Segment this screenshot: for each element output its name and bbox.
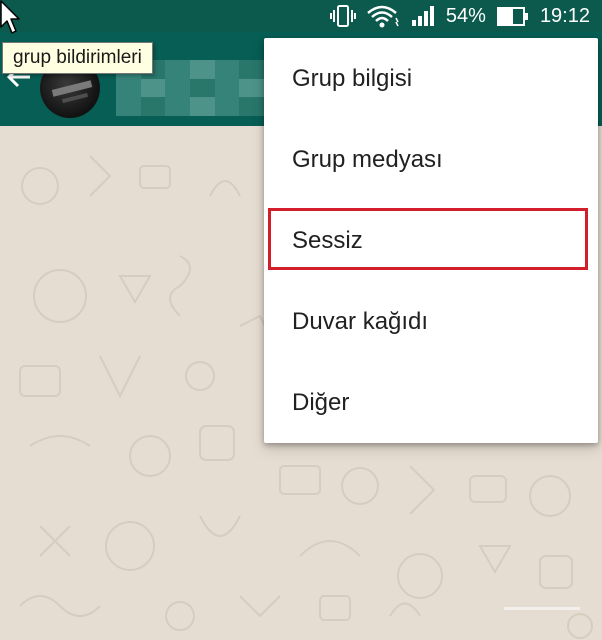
overflow-menu: Grup bilgisi Grup medyası Sessiz Duvar k…	[264, 38, 598, 443]
mouse-pointer-icon	[0, 0, 20, 34]
wifi-icon	[367, 5, 399, 28]
menu-item-group-media[interactable]: Grup medyası	[264, 119, 598, 200]
status-icons: 54% 19:12	[329, 0, 590, 32]
menu-item-more[interactable]: Diğer	[264, 362, 598, 443]
signal-icon	[411, 6, 434, 26]
status-time: 19:12	[539, 4, 590, 27]
battery-icon	[496, 7, 528, 26]
menu-item-label: Sessiz	[292, 226, 363, 254]
tooltip: grup bildirimleri	[2, 42, 153, 74]
menu-item-mute[interactable]: Sessiz	[264, 200, 598, 281]
divider	[504, 607, 580, 610]
menu-item-label: Duvar kağıdı	[292, 307, 429, 335]
menu-item-group-info[interactable]: Grup bilgisi	[264, 38, 598, 119]
status-bar: 54% 19:12	[0, 0, 602, 32]
battery-percent: 54%	[445, 4, 486, 27]
menu-item-wallpaper[interactable]: Duvar kağıdı	[264, 281, 598, 362]
menu-item-label: Diğer	[292, 388, 350, 416]
menu-item-label: Grup medyası	[292, 145, 443, 173]
vibrate-icon	[329, 5, 356, 27]
menu-item-label: Grup bilgisi	[292, 64, 413, 92]
